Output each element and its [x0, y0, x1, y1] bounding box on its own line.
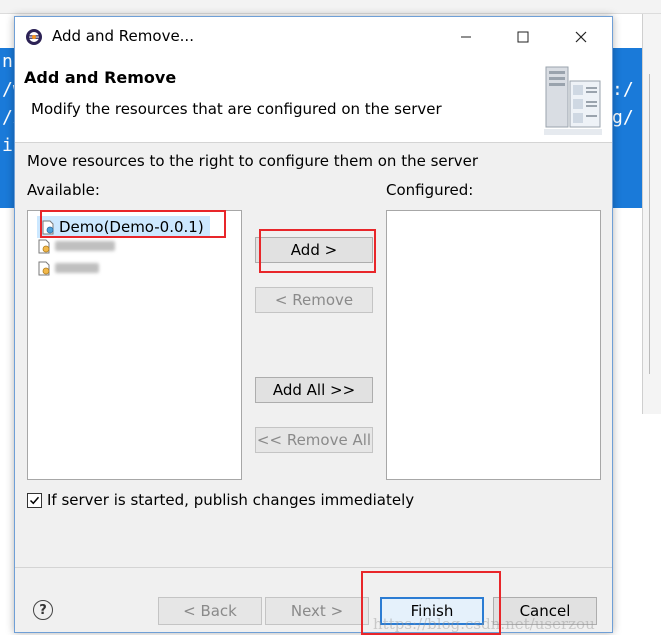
page-title: Add and Remove — [24, 68, 177, 87]
eclipse-icon — [26, 29, 42, 45]
footer-divider — [15, 567, 612, 568]
list-item-label: Demo(Demo-0.0.1) — [59, 218, 204, 236]
web-project-icon — [38, 261, 50, 275]
next-button[interactable]: Next > — [265, 597, 369, 625]
list-item-obscured-2[interactable] — [37, 257, 99, 279]
web-project-icon — [38, 239, 50, 253]
title-bar: Add and Remove... — [15, 17, 612, 57]
help-icon[interactable]: ? — [33, 600, 53, 620]
ide-editor-fragment-right: :/g/ — [612, 48, 642, 208]
finish-button[interactable]: Finish — [380, 597, 484, 625]
dialog-title: Add and Remove... — [52, 27, 194, 45]
server-banner-icon — [544, 66, 602, 135]
available-list[interactable]: Demo(Demo-0.0.1) — [27, 210, 242, 480]
add-button[interactable]: Add > — [255, 237, 373, 263]
instruction-text: Move resources to the right to configure… — [27, 152, 479, 170]
checkmark-icon — [29, 496, 40, 504]
configured-label: Configured: — [386, 181, 474, 199]
publish-option[interactable]: If server is started, publish changes im… — [27, 491, 414, 509]
obscured-label — [55, 241, 115, 251]
remove-all-button[interactable]: << Remove All — [255, 427, 373, 453]
maximize-button[interactable] — [500, 17, 546, 57]
minimize-icon — [461, 36, 471, 38]
web-project-icon — [42, 220, 54, 234]
close-icon — [575, 31, 587, 43]
available-label: Available: — [27, 181, 100, 199]
remove-button[interactable]: < Remove — [255, 287, 373, 313]
cancel-button[interactable]: Cancel — [493, 597, 597, 625]
list-item-obscured-1[interactable] — [37, 235, 115, 257]
maximize-icon — [517, 31, 529, 43]
page-description: Modify the resources that are configured… — [31, 100, 442, 118]
add-remove-dialog: Add and Remove... Add and Remove Modify … — [14, 16, 613, 635]
back-button[interactable]: < Back — [158, 597, 262, 625]
ide-side-panel — [642, 14, 661, 414]
close-button[interactable] — [558, 17, 604, 57]
wizard-header: Add and Remove Modify the resources that… — [15, 57, 612, 143]
publish-checkbox-label: If server is started, publish changes im… — [47, 491, 415, 509]
minimize-button[interactable] — [443, 17, 489, 57]
ide-toolbar — [0, 0, 661, 14]
obscured-label — [55, 263, 99, 273]
publish-checkbox[interactable] — [27, 492, 42, 508]
add-all-button[interactable]: Add All >> — [255, 377, 373, 403]
configured-list[interactable] — [386, 210, 601, 480]
